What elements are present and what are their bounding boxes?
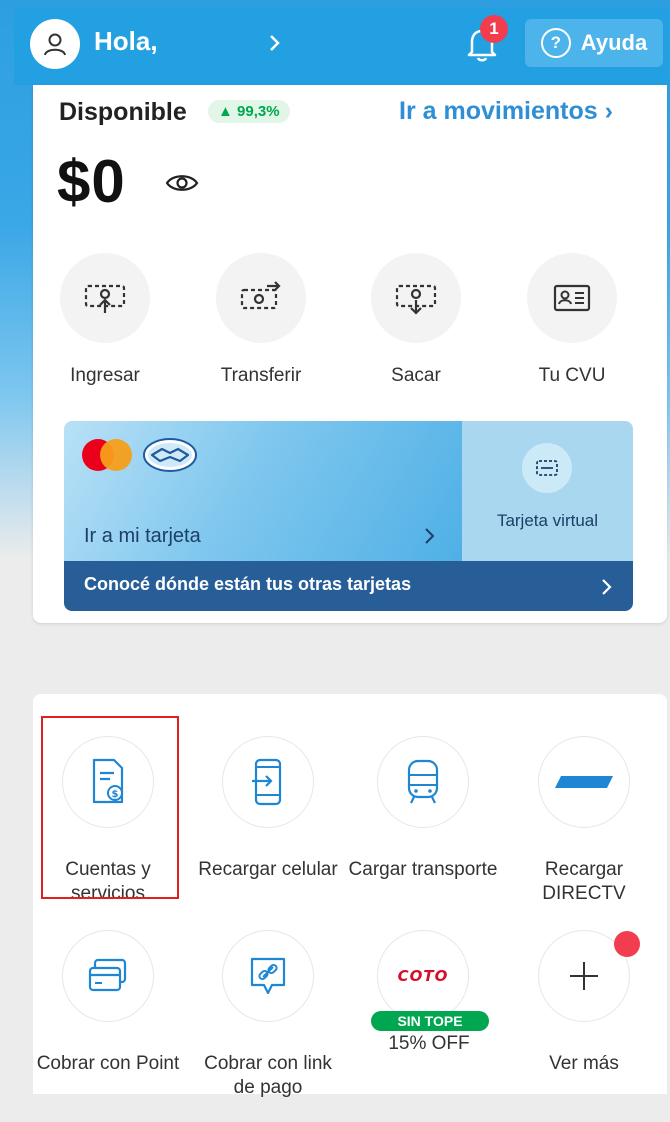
service-coto-promo[interactable]: COTO: [348, 930, 498, 1022]
quick-action-label: Transferir: [220, 365, 302, 386]
service-label: Cobrar con link de pago: [204, 1053, 332, 1098]
my-card-panel[interactable]: Ir a mi tarjeta: [64, 421, 462, 561]
virtual-card-panel[interactable]: Tarjeta virtual: [462, 421, 633, 561]
chevron-right-icon: [602, 579, 612, 595]
service-recargar-directv[interactable]: Recargar DIRECTV: [509, 736, 659, 906]
phone-recharge-icon: [222, 736, 314, 828]
card-banner: Ir a mi tarjeta Tarjeta virtual Conocé d…: [64, 421, 633, 611]
service-cargar-transporte[interactable]: Cargar transporte: [348, 736, 498, 882]
transfer-icon: [216, 253, 306, 343]
promo-offer: 15% OFF: [388, 1033, 470, 1054]
available-label: Disponible: [59, 98, 187, 126]
service-cobrar-point[interactable]: Cobrar con Point: [33, 930, 183, 1076]
quick-action-sacar[interactable]: Sacar: [361, 253, 471, 387]
point-icon: [62, 930, 154, 1022]
balance-amount: $0: [57, 148, 126, 215]
deposit-icon: [60, 253, 150, 343]
virtual-card-icon: [522, 443, 572, 493]
service-label: Cargar transporte: [348, 859, 498, 880]
app-screen: Hola, 1 ? Ayuda Disponible ▲ 99,3% Ir a …: [0, 0, 670, 1122]
user-icon: [44, 33, 66, 56]
notification-badge: 1: [480, 15, 508, 43]
selection-highlight: [41, 716, 179, 899]
avatar[interactable]: [30, 19, 80, 69]
quick-action-label: Tu CVU: [538, 365, 606, 386]
quick-action-label: Sacar: [391, 365, 441, 386]
service-recargar-celular[interactable]: Recargar celular: [193, 736, 343, 882]
coto-logo: COTO: [377, 930, 469, 1022]
greeting-text[interactable]: Hola,: [94, 26, 158, 57]
eye-icon[interactable]: [165, 171, 199, 195]
quick-action-ingresar[interactable]: Ingresar: [50, 253, 160, 387]
chevron-right-icon: [425, 528, 435, 544]
movements-link[interactable]: Ir a movimientos ›: [399, 97, 613, 126]
other-cards-link[interactable]: Conocé dónde están tus otras tarjetas: [64, 561, 633, 611]
new-indicator-dot: [614, 931, 640, 957]
change-badge: ▲ 99,3%: [208, 100, 290, 123]
top-bar: Hola, 1 ? Ayuda: [14, 8, 670, 85]
other-cards-label: Conocé dónde están tus otras tarjetas: [84, 574, 412, 594]
quick-action-transferir[interactable]: Transferir: [206, 253, 316, 387]
chevron-right-icon[interactable]: [268, 32, 282, 54]
mercadopago-handshake-icon: [143, 438, 197, 472]
help-button[interactable]: ? Ayuda: [525, 19, 663, 67]
bus-icon: [377, 736, 469, 828]
account-card: Disponible ▲ 99,3% Ir a movimientos › $0…: [33, 85, 667, 623]
question-icon: ?: [540, 28, 571, 58]
promo-badge: SIN TOPE: [371, 1011, 489, 1031]
withdraw-icon: [371, 253, 461, 343]
service-label: Ver más: [549, 1053, 619, 1074]
coto-logo-text: COTO: [397, 967, 449, 985]
go-to-card-label: Ir a mi tarjeta: [84, 525, 201, 547]
service-label: Cobrar con Point: [36, 1053, 180, 1074]
quick-action-cvu[interactable]: Tu CVU: [517, 253, 627, 387]
help-label: Ayuda: [580, 30, 648, 55]
cvu-card-icon: [527, 253, 617, 343]
directv-icon: [538, 736, 630, 828]
quick-action-label: Ingresar: [70, 365, 140, 386]
service-link-pago[interactable]: Cobrar con link de pago: [193, 930, 343, 1100]
virtual-card-label: Tarjeta virtual: [496, 511, 599, 530]
mastercard-logo-overlap: [100, 439, 132, 471]
service-label: Recargar celular: [198, 859, 338, 880]
service-label: Recargar DIRECTV: [542, 859, 626, 904]
payment-link-icon: [222, 930, 314, 1022]
